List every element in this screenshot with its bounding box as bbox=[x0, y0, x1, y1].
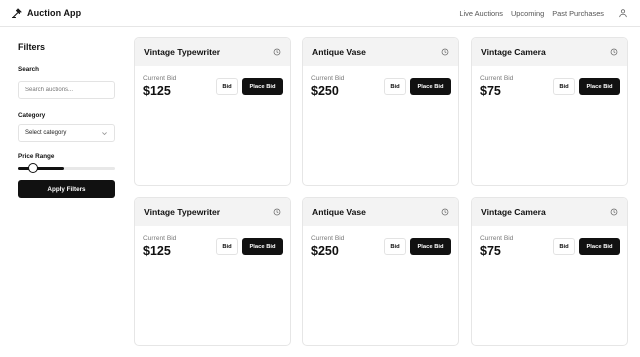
clock-icon bbox=[273, 48, 281, 56]
category-label: Category bbox=[18, 112, 46, 119]
card-body: Current Bid $125 Bid Place Bid bbox=[135, 226, 290, 258]
card-actions: Bid Place Bid bbox=[553, 238, 620, 255]
bid-button[interactable]: Bid bbox=[384, 78, 406, 95]
filters-title: Filters bbox=[18, 42, 46, 52]
user-icon[interactable] bbox=[618, 8, 628, 18]
bid-button[interactable]: Bid bbox=[216, 238, 238, 255]
place-bid-button[interactable]: Place Bid bbox=[579, 238, 620, 255]
card-body: Current Bid $125 Bid Place Bid bbox=[135, 66, 290, 98]
card-header: Vintage Camera bbox=[472, 198, 627, 226]
clock-icon bbox=[610, 208, 618, 216]
place-bid-button[interactable]: Place Bid bbox=[579, 78, 620, 95]
auction-card: Vintage Camera Current Bid $75 Bid Place… bbox=[471, 37, 628, 186]
card-actions: Bid Place Bid bbox=[553, 78, 620, 95]
top-bar: Auction App Live Auctions Upcoming Past … bbox=[0, 0, 640, 27]
nav-past-purchases[interactable]: Past Purchases bbox=[552, 9, 604, 18]
place-bid-button[interactable]: Place Bid bbox=[410, 78, 451, 95]
card-actions: Bid Place Bid bbox=[384, 238, 451, 255]
card-header: Vintage Typewriter bbox=[135, 38, 290, 66]
search-label: Search bbox=[18, 66, 40, 73]
nav-live-auctions[interactable]: Live Auctions bbox=[459, 9, 503, 18]
filters-panel: Filters Search Category Select category … bbox=[18, 42, 116, 198]
card-title: Vintage Typewriter bbox=[144, 207, 221, 217]
card-body: Current Bid $250 Bid Place Bid bbox=[303, 66, 458, 98]
category-select[interactable]: Select category bbox=[18, 124, 115, 142]
bid-button[interactable]: Bid bbox=[553, 238, 575, 255]
auction-card: Vintage Camera Current Bid $75 Bid Place… bbox=[471, 197, 628, 346]
clock-icon bbox=[441, 208, 449, 216]
card-title: Vintage Camera bbox=[481, 207, 546, 217]
auction-card: Antique Vase Current Bid $250 Bid Place … bbox=[302, 197, 459, 346]
card-body: Current Bid $75 Bid Place Bid bbox=[472, 66, 627, 98]
clock-icon bbox=[273, 208, 281, 216]
bid-button[interactable]: Bid bbox=[553, 78, 575, 95]
bid-button[interactable]: Bid bbox=[384, 238, 406, 255]
card-header: Antique Vase bbox=[303, 198, 458, 226]
place-bid-button[interactable]: Place Bid bbox=[410, 238, 451, 255]
card-header: Vintage Typewriter bbox=[135, 198, 290, 226]
nav-upcoming[interactable]: Upcoming bbox=[511, 9, 544, 18]
card-actions: Bid Place Bid bbox=[216, 238, 283, 255]
main-nav: Live Auctions Upcoming Past Purchases bbox=[459, 8, 628, 18]
bid-button[interactable]: Bid bbox=[216, 78, 238, 95]
card-title: Antique Vase bbox=[312, 207, 366, 217]
card-body: Current Bid $75 Bid Place Bid bbox=[472, 226, 627, 258]
card-body: Current Bid $250 Bid Place Bid bbox=[303, 226, 458, 258]
clock-icon bbox=[441, 48, 449, 56]
category-select-value: Select category bbox=[25, 130, 67, 136]
price-range-slider[interactable] bbox=[18, 163, 115, 173]
app-title: Auction App bbox=[27, 8, 82, 18]
slider-thumb[interactable] bbox=[28, 163, 39, 173]
apply-filters-button[interactable]: Apply Filters bbox=[18, 180, 115, 198]
clock-icon bbox=[610, 48, 618, 56]
card-actions: Bid Place Bid bbox=[216, 78, 283, 95]
auction-card: Vintage Typewriter Current Bid $125 Bid … bbox=[134, 37, 291, 186]
card-actions: Bid Place Bid bbox=[384, 78, 451, 95]
auction-card: Antique Vase Current Bid $250 Bid Place … bbox=[302, 37, 459, 186]
place-bid-button[interactable]: Place Bid bbox=[242, 78, 283, 95]
card-title: Vintage Typewriter bbox=[144, 47, 221, 57]
card-header: Vintage Camera bbox=[472, 38, 627, 66]
gavel-icon bbox=[11, 7, 23, 19]
card-header: Antique Vase bbox=[303, 38, 458, 66]
place-bid-button[interactable]: Place Bid bbox=[242, 238, 283, 255]
card-title: Antique Vase bbox=[312, 47, 366, 57]
slider-fill bbox=[18, 167, 65, 170]
price-range-label: Price Range bbox=[18, 153, 55, 160]
chevron-down-icon bbox=[101, 130, 108, 137]
brand[interactable]: Auction App bbox=[11, 7, 81, 19]
search-input[interactable] bbox=[18, 81, 115, 99]
card-title: Vintage Camera bbox=[481, 47, 546, 57]
auction-card: Vintage Typewriter Current Bid $125 Bid … bbox=[134, 197, 291, 346]
